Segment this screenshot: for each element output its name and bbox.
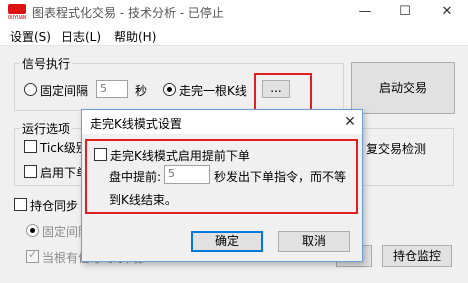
sync-only-checkbox[interactable]: ✓: [26, 248, 39, 263]
ok-button[interactable]: 确定: [191, 231, 263, 252]
bar-mode-dialog: 走完K线模式设置 ✕ 走完K线模式启用提前下单 盘中提前: 5 秒发出下单指令，…: [81, 109, 363, 262]
fixed-interval-label: 固定间隔: [40, 84, 89, 98]
window-title: 图表程式化交易 - 技术分析 - 已停止: [32, 6, 224, 20]
highlight-dialog-options: [85, 139, 358, 214]
enable-order-checkbox[interactable]: [24, 165, 37, 178]
menu-help[interactable]: 帮助(H): [114, 28, 156, 45]
checkmark-icon: ✓: [28, 248, 38, 261]
seconds-label: 秒: [135, 84, 148, 98]
run-options-label: 运行选项: [20, 120, 73, 137]
signal-group-label: 信号执行: [20, 55, 73, 72]
app-logo-icon: OUYUAN: [8, 4, 26, 22]
duplicate-check-label: 复交易检测: [366, 142, 427, 156]
title-bar: OUYUAN 图表程式化交易 - 技术分析 - 已停止 — ☐ ✕: [0, 0, 468, 26]
interval-input[interactable]: 5: [96, 80, 128, 98]
cancel-button[interactable]: 取消: [278, 231, 350, 252]
position-monitor-button[interactable]: 持仓监控: [382, 245, 452, 267]
minimize-button[interactable]: —: [345, 0, 385, 26]
position-sync-label: 持仓同步: [30, 199, 79, 213]
position-sync-checkbox[interactable]: [14, 198, 27, 211]
bar-complete-radio[interactable]: [163, 83, 176, 96]
menu-log[interactable]: 日志(L): [61, 28, 101, 45]
sync-fixed-radio[interactable]: [26, 224, 39, 237]
dialog-title-bar: 走完K线模式设置 ✕: [82, 110, 362, 134]
menu-settings[interactable]: 设置(S): [10, 28, 51, 45]
close-button[interactable]: ✕: [427, 0, 467, 26]
maximize-button[interactable]: ☐: [385, 0, 425, 26]
dialog-title: 走完K线模式设置: [90, 117, 182, 131]
menu-bar: 设置(S) 日志(L) 帮助(H): [0, 26, 468, 46]
start-trading-button[interactable]: 启动交易: [351, 62, 455, 114]
bar-complete-label: 走完一根K线: [179, 84, 247, 98]
dialog-close-button[interactable]: ✕: [338, 111, 362, 133]
tick-checkbox[interactable]: [24, 140, 37, 153]
fixed-interval-radio[interactable]: [24, 83, 37, 96]
